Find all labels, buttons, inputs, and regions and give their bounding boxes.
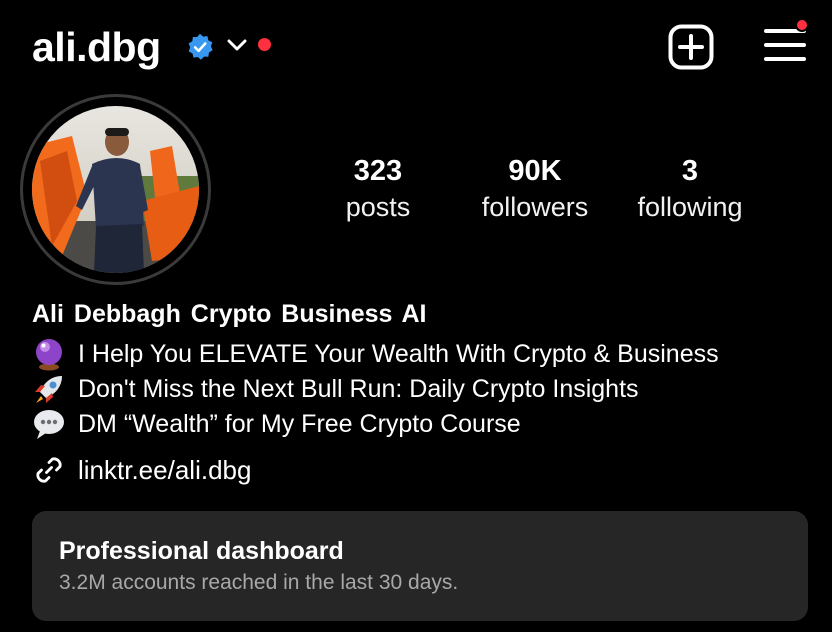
followers-label: followers [481,192,589,222]
crystal-ball-icon [36,339,62,371]
bio-text: Don't Miss the Next Bull Run: Daily Cryp… [78,375,639,403]
avatar-photo [32,106,199,273]
bio-text: I Help You ELEVATE Your Wealth With Cryp… [78,340,719,368]
speech-bubble-icon [34,410,64,439]
followers-count: 90K [508,155,562,187]
top-bar: ali.dbg [0,0,832,95]
bio-text: DM “Wealth” for My Free Crypto Course [78,410,521,438]
bio-line: DM “Wealth” for My Free Crypto Course [32,407,521,441]
bio-line: Don't Miss the Next Bull Run: Daily Cryp… [32,372,639,406]
create-post-icon[interactable] [668,24,714,70]
following-count: 3 [681,155,699,187]
posts-label: posts [345,192,411,222]
dashboard-subtitle: 3.2M accounts reached in the last 30 day… [59,571,459,594]
rocket-icon [35,376,62,403]
following-label: following [637,192,743,222]
username-title[interactable]: ali.dbg [32,22,161,72]
posts-count: 323 [353,155,403,187]
verified-badge-icon [188,33,213,60]
professional-dashboard-card[interactable]: Professional dashboard 3.2M accounts rea… [32,511,808,621]
chevron-down-icon[interactable] [227,38,247,52]
profile-link[interactable]: linktr.ee/ali.dbg [32,452,251,488]
stat-followers[interactable]: 90K followers [464,152,606,224]
avatar[interactable] [32,106,199,273]
stat-following[interactable]: 3 following [628,152,752,224]
dashboard-title: Professional dashboard [59,537,344,565]
link-icon [36,457,62,483]
notification-dot [258,38,271,51]
display-name: Ali Debbagh Crypto Business AI [32,300,427,328]
link-text[interactable]: linktr.ee/ali.dbg [78,455,251,485]
menu-notification-dot [795,18,809,32]
bio-line: I Help You ELEVATE Your Wealth With Cryp… [32,337,719,371]
stat-posts[interactable]: 323 posts [318,152,438,224]
